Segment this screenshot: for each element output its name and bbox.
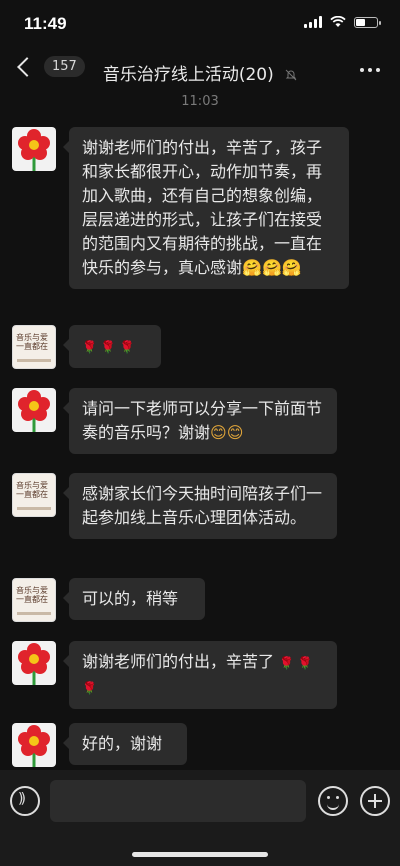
home-indicator (132, 852, 268, 857)
logo-text: 音乐与爱 一直都在 (16, 333, 48, 351)
battery-icon (354, 16, 381, 28)
message-item: 好的，谢谢 (12, 723, 187, 767)
status-bar: 11:49 (0, 0, 400, 48)
chat-title-row: 音乐治疗线上活动(20) (0, 60, 400, 85)
voice-input-icon[interactable] (10, 786, 40, 816)
message-text: 好的，谢谢 (82, 734, 163, 753)
logo-avatar[interactable]: 音乐与爱 一直都在 (12, 325, 56, 369)
message-text: 可以的，稍等 (82, 589, 179, 608)
emoji-icon[interactable] (318, 786, 348, 816)
red-flower-icon (18, 725, 50, 767)
message-item: 谢谢老师们的付出，辛苦了，孩子和家长都很开心，动作加节奏，再加入歌曲，还有自己的… (12, 127, 349, 289)
message-bubble[interactable]: 谢谢老师们的付出，辛苦了 🌹 🌹 🌹 (63, 641, 337, 709)
more-options-button[interactable] (360, 68, 380, 72)
status-icons (304, 16, 381, 28)
message-bubble[interactable]: 感谢家长们今天抽时间陪孩子们一起参加线上音乐心理团体活动。 (63, 473, 337, 539)
message-item: 音乐与爱 一直都在 可以的，稍等 (12, 578, 205, 622)
message-bubble[interactable]: 可以的，稍等 (63, 578, 205, 620)
logo-avatar[interactable]: 音乐与爱 一直都在 (12, 473, 56, 517)
message-item: 音乐与爱 一直都在 🌹 🌹 🌹 (12, 325, 161, 369)
message-bubble[interactable]: 请问一下老师可以分享一下前面节奏的音乐吗？谢谢😊😊 (63, 388, 337, 454)
message-text: 请问一下老师可以分享一下前面节奏的音乐吗？谢谢 (82, 399, 323, 442)
message-bubble[interactable]: 谢谢老师们的付出，辛苦了，孩子和家长都很开心，动作加节奏，再加入歌曲，还有自己的… (63, 127, 349, 289)
logo-underline (17, 612, 51, 615)
message-input[interactable] (50, 780, 306, 822)
logo-avatar[interactable]: 音乐与爱 一直都在 (12, 578, 56, 622)
logo-underline (17, 359, 51, 362)
plus-icon[interactable] (360, 786, 390, 816)
flower-avatar[interactable] (12, 723, 56, 767)
smile-emoji: 😊😊 (210, 423, 244, 442)
logo-text: 音乐与爱 一直都在 (16, 586, 48, 604)
message-timestamp: 11:03 (181, 94, 219, 109)
message-item: 谢谢老师们的付出，辛苦了 🌹 🌹 🌹 (12, 641, 337, 709)
rose-emoji: 🌹 🌹 🌹 (82, 340, 135, 354)
flower-avatar[interactable] (12, 388, 56, 432)
chat-title: 音乐治疗线上活动(20) (102, 65, 274, 85)
flower-avatar[interactable] (12, 127, 56, 171)
chat-header: 157 音乐治疗线上活动(20) (0, 48, 400, 94)
message-text: 感谢家长们今天抽时间陪孩子们一起参加线上音乐心理团体活动。 (82, 484, 323, 527)
message-item: 音乐与爱 一直都在 感谢家长们今天抽时间陪孩子们一起参加线上音乐心理团体活动。 (12, 473, 337, 539)
hug-emoji: 🤗🤗🤗 (242, 258, 302, 277)
red-flower-icon (18, 129, 50, 171)
wifi-icon (330, 16, 346, 27)
red-flower-icon (18, 643, 50, 685)
logo-text: 音乐与爱 一直都在 (16, 481, 48, 499)
message-bubble[interactable]: 好的，谢谢 (63, 723, 187, 765)
signal-icon (304, 16, 322, 28)
red-flower-icon (18, 390, 50, 432)
mute-bell-icon (285, 69, 297, 81)
flower-avatar[interactable] (12, 641, 56, 685)
status-time: 11:49 (24, 14, 67, 33)
message-bubble[interactable]: 🌹 🌹 🌹 (63, 325, 161, 368)
message-text: 谢谢老师们的付出，辛苦了 (82, 652, 275, 671)
logo-underline (17, 507, 51, 510)
message-item: 请问一下老师可以分享一下前面节奏的音乐吗？谢谢😊😊 (12, 388, 337, 454)
